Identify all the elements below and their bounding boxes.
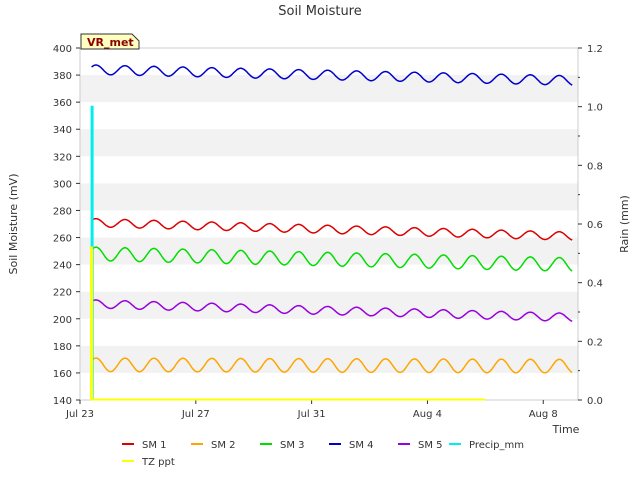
left-tick-label: 160 [53, 369, 72, 380]
right-tick-label: 1.2 [587, 44, 603, 55]
site-label: VR_met [87, 36, 134, 49]
legend-label: SM 5 [418, 440, 443, 451]
x-tick-label: Aug 4 [413, 409, 442, 420]
grid-band [80, 237, 578, 265]
left-tick-label: 340 [53, 125, 72, 136]
site-label-badge: VR_met [80, 33, 140, 50]
left-tick-label: 280 [53, 206, 72, 217]
legend-label: SM 3 [280, 440, 305, 451]
right-tick-label: 1.0 [587, 103, 603, 114]
left-tick-label: 320 [53, 152, 72, 163]
left-tick-label: 300 [53, 179, 72, 190]
left-tick-label: 400 [53, 44, 72, 55]
grid-band [80, 183, 578, 211]
left-tick-label: 220 [53, 288, 72, 299]
left-tick-label: 360 [53, 98, 72, 109]
grid-band [80, 129, 578, 157]
x-axis-label: Time [552, 423, 580, 436]
x-tick-label: Jul 31 [297, 409, 326, 420]
left-y-axis-label: Soil Moisture (mV) [7, 174, 20, 275]
grid-band [80, 291, 578, 319]
soil-moisture-chart: Soil Moisture VR_met 140 160 180 200 220 240 2… [0, 0, 640, 480]
legend-label: SM 2 [211, 440, 236, 451]
grid-band [80, 75, 578, 103]
chart-title: Soil Moisture [278, 4, 362, 19]
left-tick-label: 240 [53, 261, 72, 272]
x-tick-label: Aug 8 [529, 409, 558, 420]
right-y-axis-label: Rain (mm) [618, 195, 631, 253]
legend-label: SM 4 [349, 440, 374, 451]
left-tick-label: 260 [53, 234, 72, 245]
right-tick-label: 0.4 [587, 279, 603, 290]
legend-label: TZ ppt [141, 457, 175, 468]
left-tick-label: 180 [53, 342, 72, 353]
right-tick-label: 0.8 [587, 161, 603, 172]
left-tick-label: 380 [53, 71, 72, 82]
x-tick-label: Jul 23 [65, 409, 94, 420]
left-tick-label: 200 [53, 315, 72, 326]
left-tick-label: 140 [53, 396, 72, 407]
x-tick-label: Jul 27 [181, 409, 210, 420]
right-tick-label: 0.2 [587, 337, 603, 348]
right-tick-label: 0.6 [587, 220, 603, 231]
right-tick-label: 0.0 [587, 396, 603, 407]
legend-label: SM 1 [142, 440, 167, 451]
legend-label: Precip_mm [469, 440, 524, 451]
